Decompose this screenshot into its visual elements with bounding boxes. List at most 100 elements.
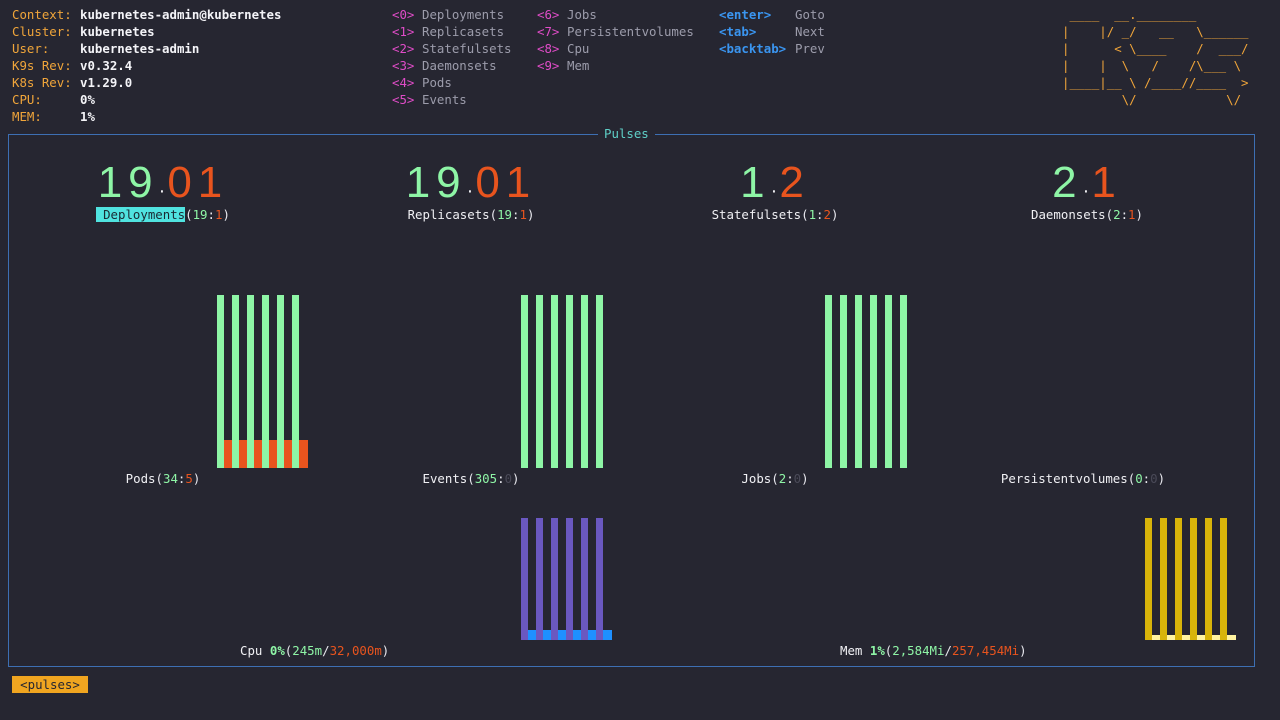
nav-key: <tab> (719, 24, 757, 39)
nav-label: Pods (422, 75, 452, 90)
nav-hint[interactable]: <2> Statefulsets (392, 40, 512, 57)
nav-key: <8> (537, 41, 560, 56)
gauge-name: Deployments (96, 207, 186, 222)
mem-bar (1175, 518, 1182, 640)
spark-events-bar (521, 295, 528, 468)
spark-fail: 0 (1150, 471, 1158, 486)
spark-label-events[interactable]: Events(305:0) (351, 470, 591, 487)
spark-label-persistentvolumes[interactable]: Persistentvolumes(0:0) (963, 470, 1203, 487)
cpu-bar (551, 518, 558, 640)
spark-label-jobs[interactable]: Jobs(2:0) (655, 470, 895, 487)
gauge-ok: 1 (808, 207, 817, 222)
gauge-label: Daemonsets(2:1) (1031, 207, 1143, 222)
gauge-digits: 1·2 (655, 160, 895, 206)
info-value: kubernetes-admin (80, 41, 200, 56)
info-value: 0% (80, 92, 95, 107)
view-badge: <pulses> (12, 676, 88, 693)
spark-events-bar (566, 295, 573, 468)
spark-ok: 305 (474, 471, 498, 486)
gauge-ok-digits: 19 (97, 158, 159, 207)
spark-ok: 34 (162, 471, 178, 486)
nav-hint[interactable]: <8> Cpu (537, 40, 694, 57)
spark-pods-bar (247, 295, 254, 468)
gauge-fail: 2 (823, 207, 831, 222)
spark-fail: 0 (504, 471, 513, 486)
gauge-ok: 19 (497, 207, 513, 222)
spark-pods-bar (292, 295, 299, 468)
nav-hints-3: <enter> Goto <tab> Next <backtab> Prev (719, 6, 825, 57)
info-value: v1.29.0 (80, 75, 133, 90)
nav-label: Jobs (567, 7, 597, 22)
gauge-digits: 2·1 (967, 160, 1207, 206)
info-value: v0.32.4 (80, 58, 133, 73)
gauge-ok: 19 (192, 207, 208, 222)
info-key: K9s Rev: (12, 58, 72, 73)
spark-events-bar (596, 295, 603, 468)
info-key: CPU: (12, 92, 42, 107)
spark-events-bar (581, 295, 588, 468)
spark-pods-bar (217, 295, 224, 468)
gauge-deployments[interactable]: 19·01 Deployments(19:1) (43, 160, 283, 223)
spark-name: Pods (125, 471, 156, 486)
info-row: Cluster: kubernetes (12, 23, 281, 40)
nav-label: Statefulsets (422, 41, 512, 56)
info-value: kubernetes-admin@kubernetes (80, 7, 282, 22)
nav-key: <5> (392, 92, 415, 107)
gauge-fail: 1 (214, 207, 223, 222)
nav-hint[interactable]: <3> Daemonsets (392, 57, 512, 74)
nav-hint[interactable]: <enter> Goto (719, 6, 825, 23)
nav-key: <2> (392, 41, 415, 56)
spark-jobs-bar (840, 295, 847, 468)
cpu-bar (521, 518, 528, 640)
nav-hint[interactable]: <6> Jobs (537, 6, 694, 23)
nav-hints-1: <0> Deployments <1> Replicasets <2> Statefuls… (392, 6, 512, 108)
nav-label: Deployments (422, 7, 505, 22)
nav-label: Next (795, 24, 825, 39)
gauge-label: Replicasets(19:1) (407, 207, 535, 222)
nav-hint[interactable]: <tab> Next (719, 23, 825, 40)
spark-pods-bar (277, 295, 284, 468)
spark-label-pods[interactable]: Pods(34:5) (43, 470, 283, 487)
spark-jobs-bar (885, 295, 892, 468)
nav-hint[interactable]: <1> Replicasets (392, 23, 512, 40)
spark-jobs-bar (900, 295, 907, 468)
gauge-name: Daemonsets (1031, 207, 1106, 222)
gauge-fail: 1 (519, 207, 527, 222)
cpu-bar (596, 518, 603, 640)
spark-pods-bar (232, 295, 239, 468)
info-row: CPU: 0% (12, 91, 281, 108)
spark-fail: 0 (793, 471, 802, 486)
gauge-fail: 1 (1128, 207, 1136, 222)
info-row: User: kubernetes-admin (12, 40, 281, 57)
info-row: Context: kubernetes-admin@kubernetes (12, 6, 281, 23)
cpu-bar (536, 518, 543, 640)
nav-hint[interactable]: <9> Mem (537, 57, 694, 74)
nav-hint[interactable]: <0> Deployments (392, 6, 512, 23)
spark-jobs-bar (870, 295, 877, 468)
info-key: Cluster: (12, 24, 72, 39)
nav-label: Persistentvolumes (567, 24, 694, 39)
gauge-ok-digits: 1 (740, 158, 771, 207)
nav-hint[interactable]: <5> Events (392, 91, 512, 108)
spark-events-bar (551, 295, 558, 468)
nav-hint[interactable]: <7> Persistentvolumes (537, 23, 694, 40)
nav-label: Events (422, 92, 467, 107)
gauge-statefulsets[interactable]: 1·2 Statefulsets(1:2) (655, 160, 895, 223)
info-row: K8s Rev: v1.29.0 (12, 74, 281, 91)
nav-hint[interactable]: <backtab> Prev (719, 40, 825, 57)
nav-key: <9> (537, 58, 560, 73)
gauge-digits: 19·01 (351, 160, 591, 206)
gauge-label: Deployments(19:1) (43, 206, 283, 223)
info-value: 1% (80, 109, 95, 124)
gauge-daemonsets[interactable]: 2·1 Daemonsets(2:1) (967, 160, 1207, 223)
gauge-fail-digits: 2 (779, 158, 810, 207)
gauge-ok-digits: 19 (405, 158, 467, 207)
gauge-replicasets[interactable]: 19·01 Replicasets(19:1) (351, 160, 591, 223)
mem-label: Mem 1%(2,584Mi/257,454Mi) (840, 643, 1027, 658)
nav-hint[interactable]: <4> Pods (392, 74, 512, 91)
info-row: K9s Rev: v0.32.4 (12, 57, 281, 74)
gauge-digits: 19·01 (43, 160, 283, 206)
nav-label: Prev (795, 41, 825, 56)
info-key: User: (12, 41, 50, 56)
panel-title: Pulses (598, 125, 655, 142)
